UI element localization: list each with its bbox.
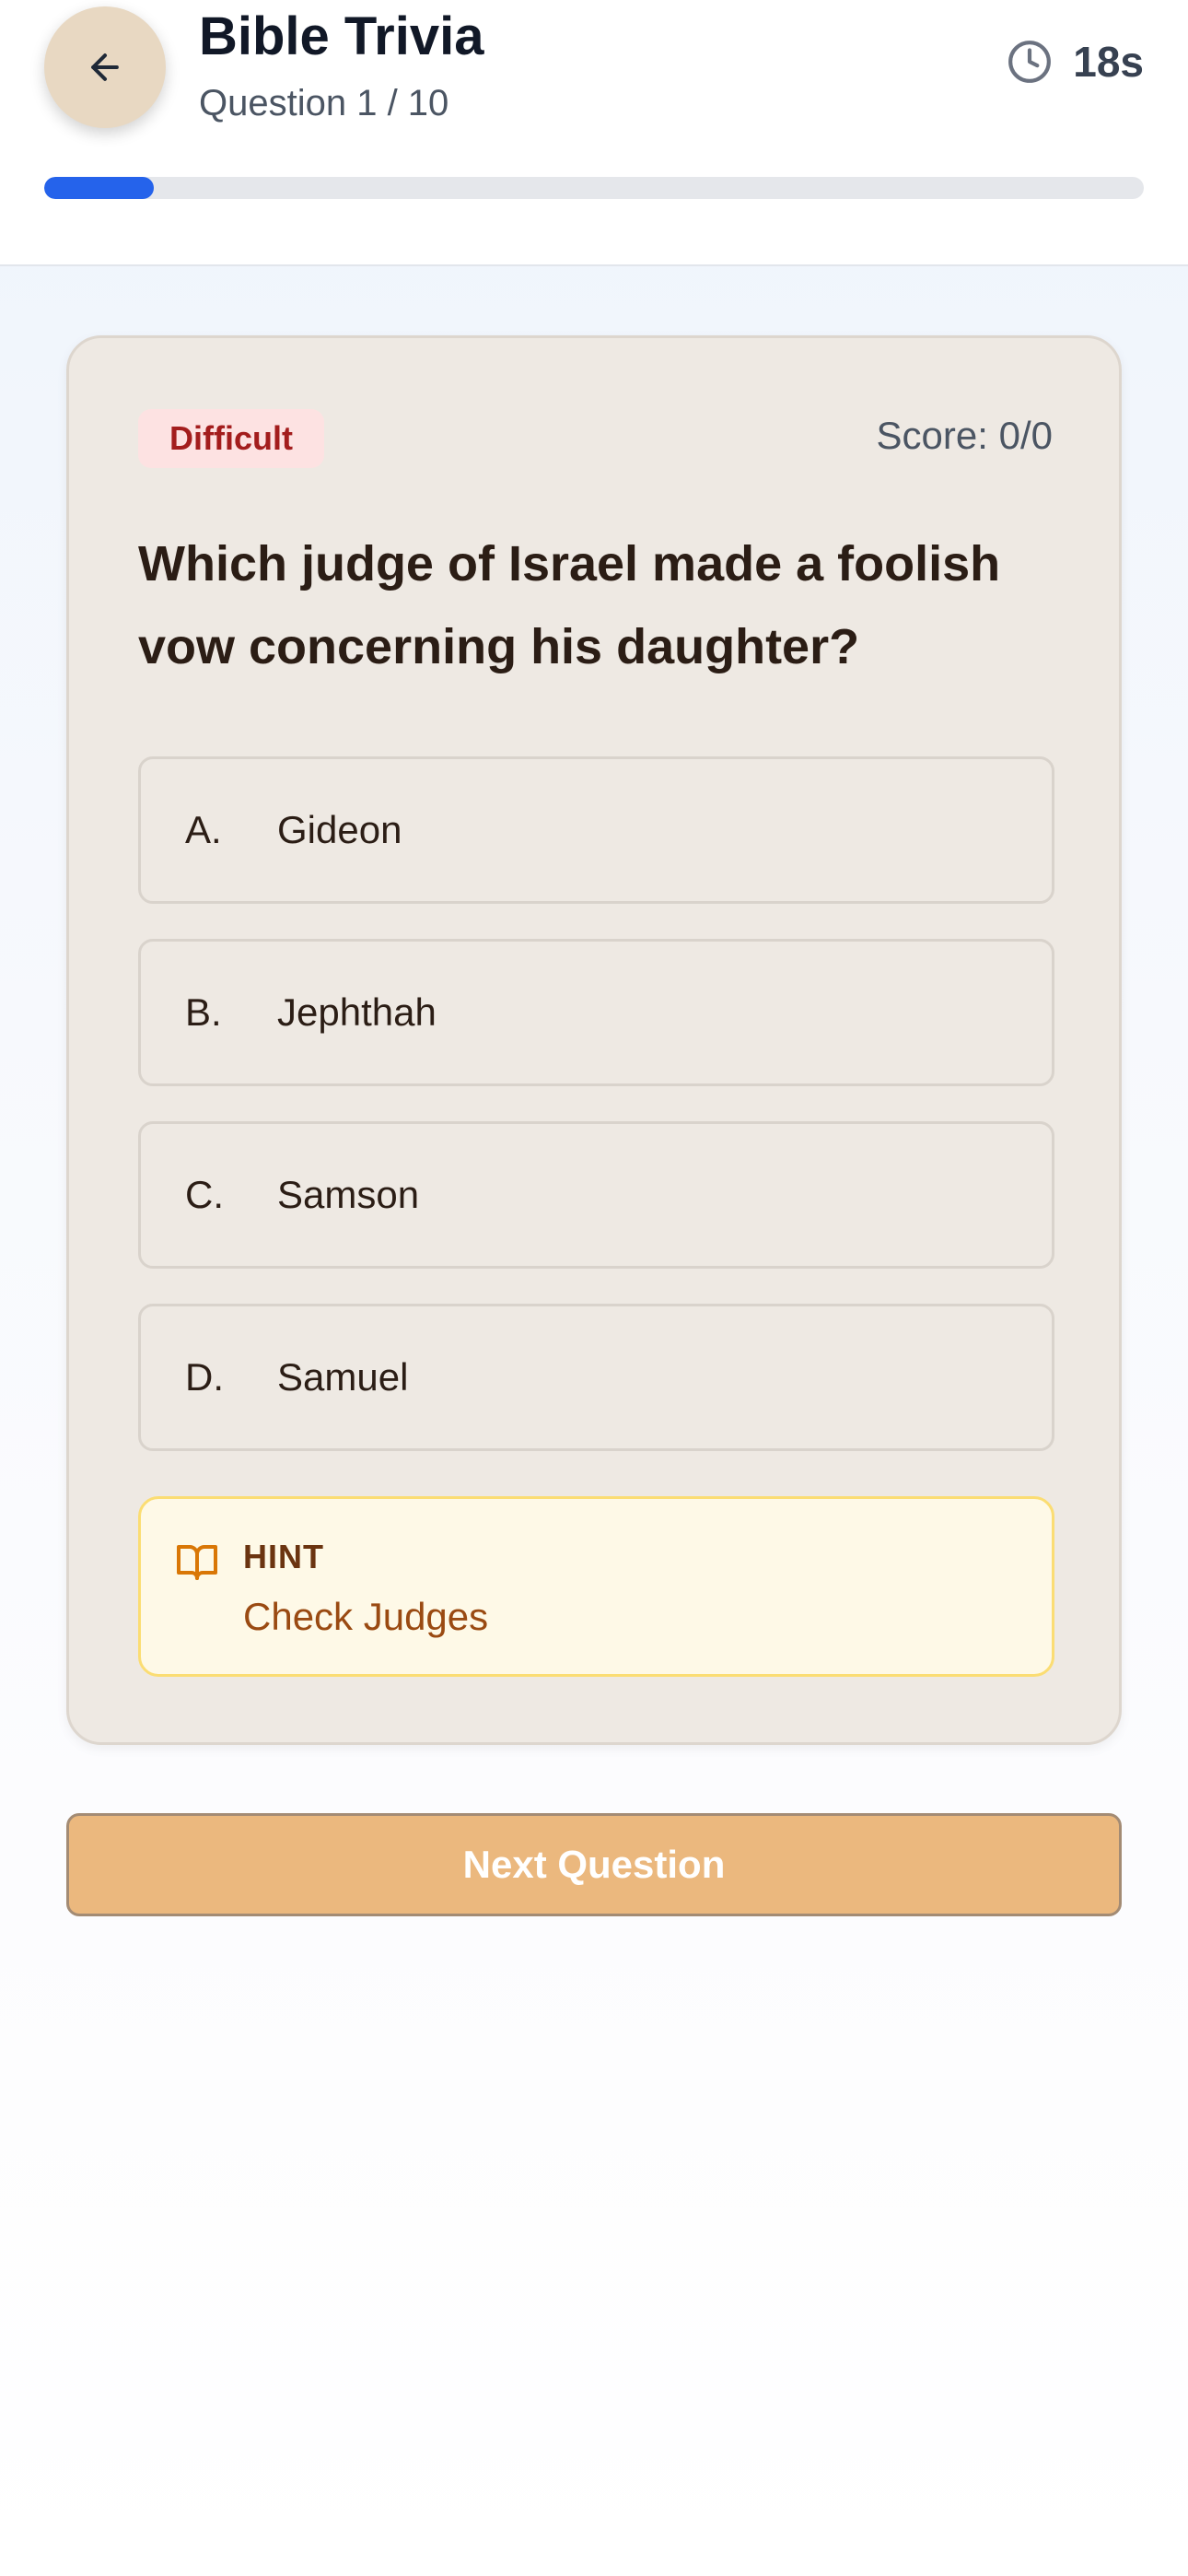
option-text: Jephthah bbox=[277, 990, 437, 1034]
next-question-button[interactable]: Next Question bbox=[66, 1813, 1122, 1916]
option-letter: B. bbox=[185, 990, 222, 1034]
option-d[interactable]: D. Samuel bbox=[138, 1304, 1054, 1451]
progress-bar bbox=[44, 177, 1144, 199]
timer-value: 18s bbox=[1073, 38, 1144, 86]
question-card: Difficult Score: 0/0 Which judge of Isra… bbox=[66, 335, 1122, 1745]
option-letter: D. bbox=[185, 1355, 224, 1399]
page-title: Bible Trivia bbox=[199, 6, 484, 66]
option-letter: C. bbox=[185, 1173, 224, 1216]
option-c[interactable]: C. Samson bbox=[138, 1121, 1054, 1269]
hint-box: HINT Check Judges bbox=[138, 1496, 1054, 1677]
question-text: Which judge of Israel made a foolish vow… bbox=[138, 536, 1001, 674]
timer: 18s bbox=[1007, 37, 1144, 87]
hint-text: Check Judges bbox=[243, 1595, 489, 1638]
option-a[interactable]: A. Gideon bbox=[138, 756, 1054, 904]
question-counter: Question 1 / 10 bbox=[199, 83, 449, 123]
option-text: Gideon bbox=[277, 808, 402, 851]
app-header: Bible Trivia Question 1 / 10 18s bbox=[0, 0, 1188, 266]
option-b[interactable]: B. Jephthah bbox=[138, 939, 1054, 1086]
progress-fill bbox=[44, 177, 155, 199]
difficulty-badge: Difficult bbox=[138, 409, 324, 468]
option-text: Samuel bbox=[277, 1355, 409, 1399]
option-text: Samson bbox=[277, 1173, 420, 1216]
hint-label: HINT bbox=[243, 1538, 324, 1575]
book-open-icon bbox=[177, 1545, 217, 1580]
clock-icon bbox=[1008, 41, 1052, 83]
option-letter: A. bbox=[185, 808, 222, 851]
back-button[interactable] bbox=[44, 6, 166, 128]
score-label: Score: 0/0 bbox=[876, 414, 1053, 457]
arrow-left-icon bbox=[91, 53, 119, 81]
